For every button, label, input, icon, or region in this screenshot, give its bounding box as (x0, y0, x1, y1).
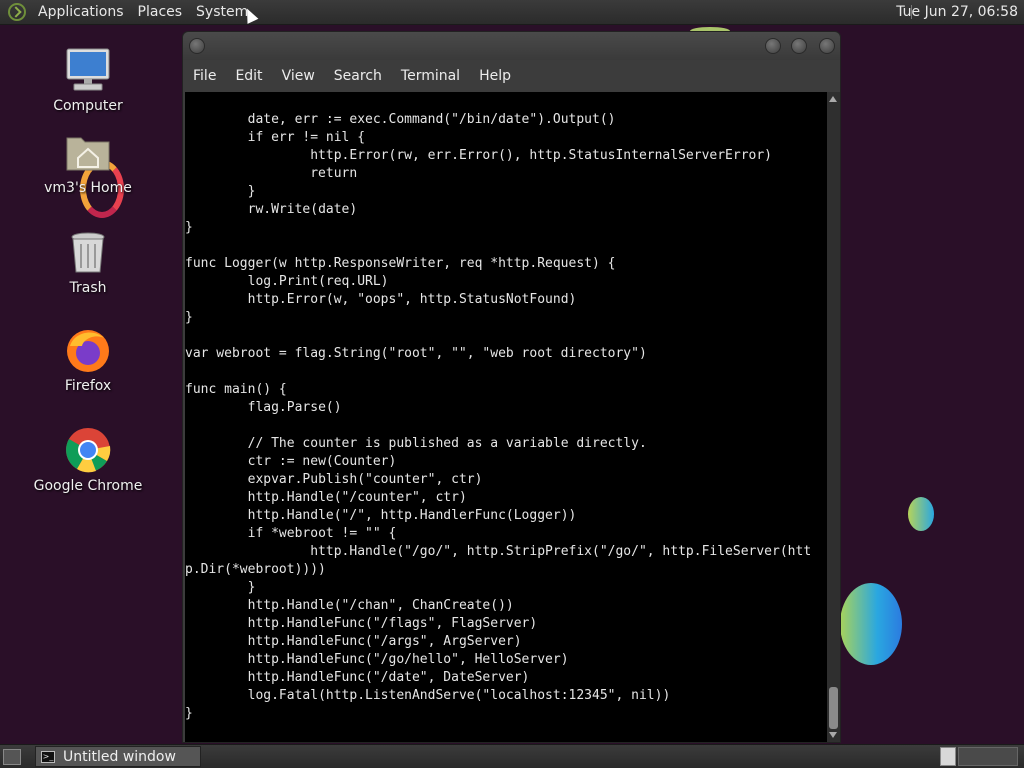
desktop-icon-chrome[interactable]: Google Chrome (8, 426, 168, 494)
chrome-icon (66, 428, 111, 473)
scroll-up-icon[interactable] (829, 96, 837, 102)
firefox-icon (67, 330, 109, 372)
home-folder-icon (66, 137, 110, 171)
workspace-1[interactable] (940, 747, 956, 766)
menu-edit[interactable]: Edit (235, 68, 262, 84)
desktop-icon-firefox[interactable]: Firefox (8, 326, 168, 394)
terminal-text: date, err := exec.Command("/bin/date").O… (185, 112, 812, 721)
desktop-icon-home[interactable]: vm3's Home (8, 128, 168, 196)
computer-icon (66, 48, 110, 91)
terminal-window[interactable]: File Edit View Search Terminal Help date… (182, 31, 841, 743)
minimize-button[interactable] (765, 38, 781, 54)
maximize-button[interactable] (791, 38, 807, 54)
menu-terminal[interactable]: Terminal (401, 68, 460, 84)
trash-icon (71, 232, 105, 273)
menu-search[interactable]: Search (334, 68, 382, 84)
decorative-blob (908, 497, 934, 531)
desktop-icon-label: Google Chrome (33, 478, 143, 494)
desktop-icon-label: vm3's Home (44, 180, 132, 196)
desktop-icon-label: Firefox (64, 378, 112, 394)
decorative-blob (840, 583, 902, 665)
workspace-2[interactable] (958, 747, 1018, 766)
desktop-icon-trash[interactable]: Trash (8, 228, 168, 296)
top-panel: Applications Places System Tue Jun 27, 0… (0, 0, 1024, 25)
vertical-scrollbar[interactable] (827, 92, 840, 742)
terminal-output[interactable]: date, err := exec.Command("/bin/date").O… (185, 92, 827, 742)
close-button[interactable] (819, 38, 835, 54)
window-titlebar[interactable] (183, 32, 840, 60)
taskbar-item-label: Untitled window (63, 748, 176, 765)
scroll-thumb[interactable] (829, 687, 838, 729)
desktop-icon-label: Trash (69, 280, 107, 296)
clock[interactable]: Tue Jun 27, 06:58 (896, 4, 1018, 20)
bottom-panel: >_ Untitled window (0, 744, 1024, 768)
distro-logo-icon[interactable] (8, 3, 26, 21)
scroll-down-icon[interactable] (829, 732, 837, 738)
terminal-icon: >_ (41, 750, 55, 763)
menu-view[interactable]: View (282, 68, 315, 84)
menu-help[interactable]: Help (479, 68, 511, 84)
show-desktop-icon[interactable] (3, 749, 21, 765)
taskbar-item-terminal[interactable]: >_ Untitled window (35, 746, 201, 767)
menu-system[interactable]: System (196, 4, 248, 20)
desktop-icon-label: Computer (53, 98, 123, 114)
menu-file[interactable]: File (193, 68, 216, 84)
terminal-menubar: File Edit View Search Terminal Help (183, 60, 840, 92)
menu-applications[interactable]: Applications (38, 4, 124, 20)
desktop-icon-computer[interactable]: Computer (8, 46, 168, 114)
menu-places[interactable]: Places (138, 4, 183, 20)
window-menu-icon[interactable] (189, 38, 205, 54)
